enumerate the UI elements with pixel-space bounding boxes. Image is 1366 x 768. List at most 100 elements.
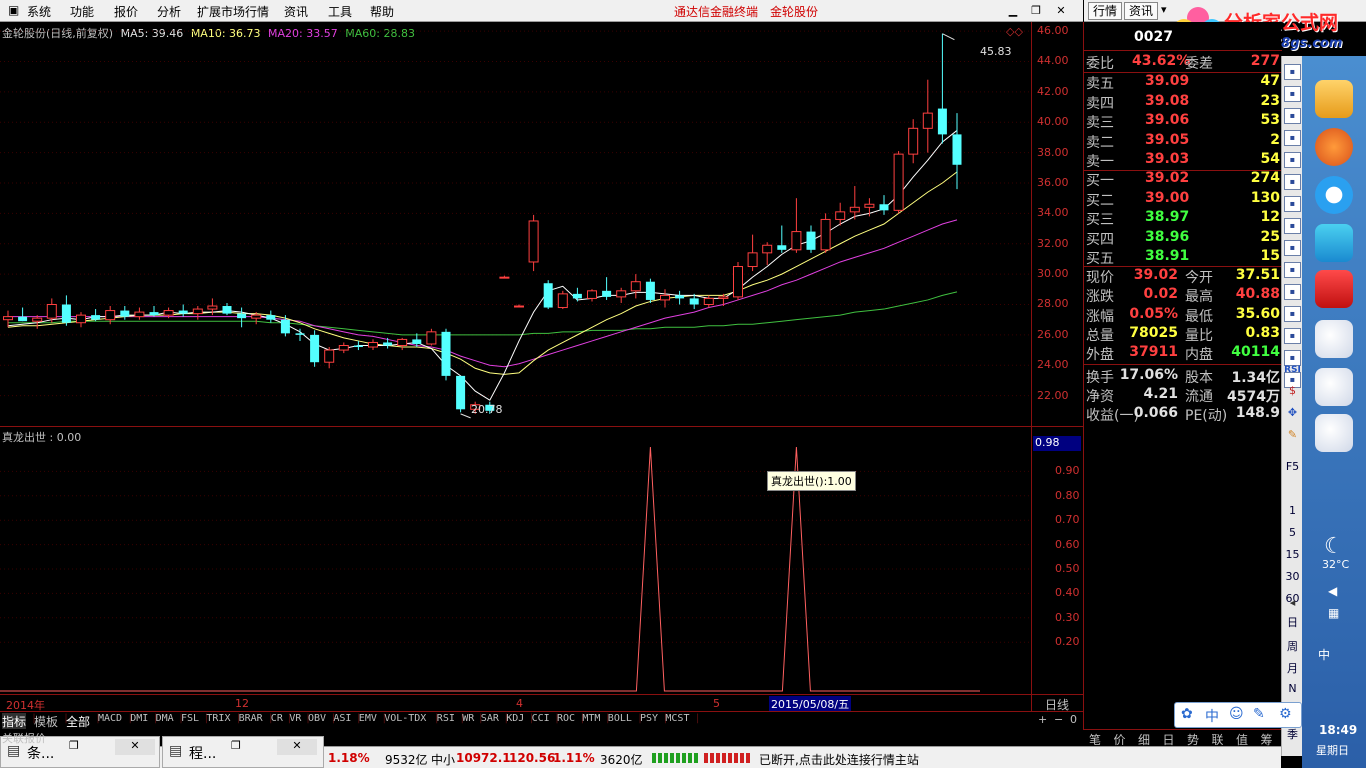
f6-icon[interactable]: ▪ xyxy=(1284,306,1301,322)
indicator-tab[interactable]: ASI xyxy=(333,713,351,729)
indicator-tab[interactable]: VR xyxy=(289,713,301,729)
wave-icon[interactable]: ▪ xyxy=(1284,350,1301,366)
menu-analysis[interactable]: 分析 xyxy=(157,3,181,20)
indicator-tab[interactable]: TRIX xyxy=(206,713,230,729)
emoji-icon[interactable]: ☺ xyxy=(1229,706,1244,722)
period-button[interactable]: N xyxy=(1284,682,1301,695)
zoom-in-button[interactable]: + xyxy=(1038,713,1047,726)
ie-icon[interactable] xyxy=(1315,176,1353,214)
indicator-tab[interactable]: VOL-TDX xyxy=(384,713,426,729)
table-icon[interactable]: ▪ xyxy=(1284,196,1301,212)
system-icon[interactable]: ▣ xyxy=(8,3,19,17)
candle-icon[interactable]: ▪ xyxy=(1284,152,1301,168)
taskbar-button-2[interactable]: ▤ 程... ❐ ✕ xyxy=(162,736,324,768)
indicator-tab[interactable]: MTM xyxy=(582,713,600,729)
ask-row[interactable]: 卖三 39.06 53 xyxy=(1084,112,1282,131)
grid-icon[interactable]: ▪ xyxy=(1284,86,1301,102)
indicator-tab[interactable]: FSL xyxy=(181,713,199,729)
sheet-icon[interactable]: ▪ xyxy=(1284,262,1301,278)
period-button[interactable]: RSI xyxy=(1284,365,1301,375)
indicator-tab[interactable]: DMA xyxy=(156,713,174,729)
indicator-chart[interactable] xyxy=(0,427,1032,694)
ime-mode-button[interactable]: 中 xyxy=(1205,706,1219,726)
indicator-tab[interactable]: OBV xyxy=(308,713,326,729)
bid-row[interactable]: 买三 38.97 12 xyxy=(1084,209,1282,228)
period-button[interactable]: 周 xyxy=(1284,638,1301,654)
fio-icon[interactable]: ▪ xyxy=(1284,218,1301,234)
menu-help[interactable]: 帮助 xyxy=(370,3,394,20)
menu-function[interactable]: 功能 xyxy=(70,3,94,20)
list-icon[interactable]: ▪ xyxy=(1284,108,1301,124)
pen-icon[interactable]: ✎ xyxy=(1253,706,1265,722)
palette-icon-2[interactable] xyxy=(1315,368,1353,406)
menu-system[interactable]: 系统 xyxy=(27,3,51,20)
ask-row[interactable]: 卖五 39.09 47 xyxy=(1084,73,1282,92)
period-button[interactable]: 1 xyxy=(1284,504,1301,517)
indicator-tab[interactable]: 指标 xyxy=(2,713,27,729)
period-button[interactable]: 5 xyxy=(1284,526,1301,539)
zoom-out-button[interactable]: − xyxy=(1054,713,1063,726)
move-icon[interactable]: ✥ xyxy=(1284,406,1301,419)
indicator-tab[interactable]: CCI xyxy=(532,713,550,729)
indicator-tab[interactable]: DMI xyxy=(130,713,148,729)
period-button[interactable]: 15 xyxy=(1284,548,1301,561)
indicator-tab[interactable]: KDJ xyxy=(506,713,524,729)
period-button[interactable]: 月 xyxy=(1284,660,1301,676)
doc-icon[interactable]: ▪ xyxy=(1284,64,1301,80)
indicator-tab[interactable]: MCST xyxy=(665,713,689,729)
indicator-tab[interactable]: RSI xyxy=(437,713,455,729)
close-icon[interactable]: ✕ xyxy=(277,739,317,755)
folder-icon[interactable] xyxy=(1315,80,1353,118)
period-button[interactable]: F5 xyxy=(1284,460,1301,473)
indicator-tab[interactable]: ROC xyxy=(557,713,575,729)
indicator-tab[interactable]: CR xyxy=(271,713,283,729)
dropdown-arrow-icon[interactable]: ▾ xyxy=(1161,3,1167,16)
indicator-tab[interactable]: 全部 xyxy=(66,713,90,729)
pencil-icon[interactable]: ✎ xyxy=(1284,428,1301,441)
line-chart-icon[interactable]: ▪ xyxy=(1284,130,1301,146)
kline-icon[interactable]: ▪ xyxy=(1284,174,1301,190)
dollar-icon[interactable]: $ xyxy=(1284,384,1301,397)
menu-tools[interactable]: 工具 xyxy=(328,3,352,20)
restore-icon[interactable]: ❐ xyxy=(69,739,79,752)
indicator-tab[interactable]: PSY xyxy=(640,713,658,729)
f2-icon[interactable]: ▪ xyxy=(1284,284,1301,300)
indicator-tab[interactable]: SAR xyxy=(481,713,499,729)
ime-indicator[interactable]: 中 xyxy=(1318,646,1330,663)
box-icon[interactable]: ▪ xyxy=(1284,240,1301,256)
gear-icon[interactable]: ⚙ xyxy=(1279,706,1292,722)
circle-icon[interactable]: ▪ xyxy=(1284,328,1301,344)
connection-message[interactable]: 已断开,点击此处连接行情主站 xyxy=(759,751,919,768)
palette-icon-3[interactable] xyxy=(1315,414,1353,452)
period-button[interactable]: 季 xyxy=(1284,726,1301,742)
palette-icon[interactable] xyxy=(1315,320,1353,358)
indicator-tab[interactable]: EMV xyxy=(359,713,377,729)
bid-row[interactable]: 买五 38.91 15 xyxy=(1084,248,1282,267)
app-red-icon[interactable] xyxy=(1315,270,1353,308)
ask-row[interactable]: 卖一 39.03 54 xyxy=(1084,151,1282,170)
indicator-tab[interactable]: WR xyxy=(462,713,474,729)
indicator-tab[interactable]: 模板 xyxy=(34,713,58,729)
bid-row[interactable]: 买二 39.00 130 xyxy=(1084,190,1282,209)
ask-row[interactable]: 卖二 39.05 2 xyxy=(1084,132,1282,151)
arrow-left-icon[interactable]: ◂ xyxy=(1284,596,1301,609)
minimize-icon[interactable]: ▁ xyxy=(1005,3,1021,19)
period-button[interactable]: 日 xyxy=(1284,614,1301,630)
browser-icon[interactable] xyxy=(1315,128,1353,166)
indicator-tab[interactable]: BRAR xyxy=(239,713,263,729)
price-chart[interactable] xyxy=(0,22,1032,426)
menu-quote[interactable]: 报价 xyxy=(114,3,138,20)
bid-row[interactable]: 买一 39.02 274 xyxy=(1084,170,1282,189)
calendar-icon[interactable] xyxy=(1315,224,1353,262)
quote-button[interactable]: 行情 xyxy=(1088,2,1122,20)
paw-icon[interactable]: ✿ xyxy=(1181,706,1193,722)
restore-icon[interactable]: ❐ xyxy=(1028,3,1044,19)
bid-row[interactable]: 买四 38.96 25 xyxy=(1084,229,1282,248)
sound-icon[interactable]: ◀ xyxy=(1328,584,1337,598)
indicator-tab[interactable]: BOLL xyxy=(608,713,632,729)
network-icon[interactable]: ▦ xyxy=(1328,606,1339,620)
news-button[interactable]: 资讯 xyxy=(1124,2,1158,20)
restore-icon[interactable]: ❐ xyxy=(231,739,241,752)
indicator-tab[interactable]: MACD xyxy=(98,713,122,729)
ask-row[interactable]: 卖四 39.08 23 xyxy=(1084,93,1282,112)
